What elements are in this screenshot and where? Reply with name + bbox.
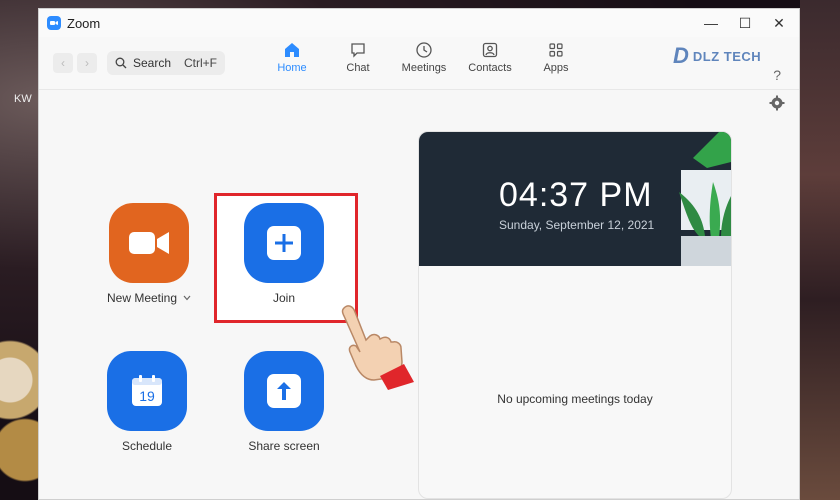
- desktop-label: KW: [14, 93, 32, 105]
- zoom-window: Zoom — ☐ ✕ ‹ › Search Ctrl+F Home Chat M…: [38, 8, 800, 500]
- search-label: Search: [133, 56, 172, 70]
- search-shortcut: Ctrl+F: [184, 56, 217, 70]
- apps-icon: [549, 43, 563, 57]
- share-screen-label: Share screen: [248, 439, 320, 453]
- plus-icon: [267, 226, 301, 260]
- current-date: Sunday, September 12, 2021: [499, 218, 655, 232]
- contacts-icon: [482, 42, 498, 58]
- tab-chat[interactable]: Chat: [325, 41, 391, 74]
- plant-illustration-icon: [679, 132, 731, 266]
- desktop-wallpaper-mascot: [0, 300, 40, 500]
- help-icon[interactable]: ?: [773, 67, 781, 83]
- schedule-tile[interactable]: 19: [107, 351, 187, 431]
- brand-text: DLZ TECH: [692, 48, 762, 64]
- join-tile[interactable]: [244, 203, 324, 283]
- window-title: Zoom: [67, 15, 101, 31]
- forward-button[interactable]: ›: [77, 53, 97, 73]
- calendar-icon: 19: [132, 375, 162, 406]
- join-button[interactable]: Join: [244, 203, 324, 305]
- current-time: 04:37 PM: [499, 176, 653, 214]
- calendar-day: 19: [139, 388, 155, 404]
- upcoming-meetings-card: 04:37 PM Sunday, September 12, 2021 No u…: [418, 131, 732, 499]
- no-meetings-message: No upcoming meetings today: [497, 392, 653, 406]
- brand-d-logo-icon: D: [673, 43, 689, 68]
- close-button[interactable]: ✕: [765, 13, 793, 33]
- new-meeting-button[interactable]: New Meeting: [107, 203, 191, 305]
- search-input[interactable]: Search Ctrl+F: [107, 51, 225, 75]
- video-camera-icon: [129, 232, 170, 254]
- share-arrow-icon: [267, 374, 301, 408]
- maximize-button[interactable]: ☐: [731, 13, 759, 33]
- settings-gear-icon[interactable]: [769, 95, 785, 111]
- new-meeting-tile[interactable]: [109, 203, 190, 283]
- tab-home[interactable]: Home: [259, 41, 325, 74]
- clock-icon: [416, 42, 432, 58]
- back-button[interactable]: ‹: [53, 53, 73, 73]
- desktop-wallpaper-right: [800, 0, 840, 500]
- join-label: Join: [272, 291, 295, 305]
- pointing-hand-icon: [341, 305, 414, 390]
- zoom-logo-icon: [47, 16, 61, 30]
- new-meeting-label: New Meeting: [107, 291, 178, 305]
- search-icon: [115, 57, 127, 69]
- title-bar: Zoom — ☐ ✕: [39, 9, 799, 37]
- chevron-down-icon[interactable]: [183, 295, 191, 301]
- tab-contacts[interactable]: Contacts: [457, 41, 523, 74]
- share-screen-tile[interactable]: [244, 351, 324, 431]
- share-screen-button[interactable]: Share screen: [244, 351, 324, 453]
- card-header: 04:37 PM Sunday, September 12, 2021: [419, 132, 731, 266]
- schedule-button[interactable]: 19 Schedule: [107, 351, 187, 453]
- tab-meetings[interactable]: Meetings: [391, 41, 457, 74]
- home-icon: [285, 43, 299, 57]
- toolbar: ‹ › Search Ctrl+F Home Chat Meetings Con…: [39, 37, 799, 90]
- chat-icon: [351, 43, 365, 58]
- minimize-button[interactable]: —: [697, 13, 725, 33]
- tab-apps[interactable]: Apps: [523, 41, 589, 74]
- main-tabs: Home Chat Meetings Contacts Apps: [259, 41, 589, 74]
- schedule-label: Schedule: [121, 439, 173, 453]
